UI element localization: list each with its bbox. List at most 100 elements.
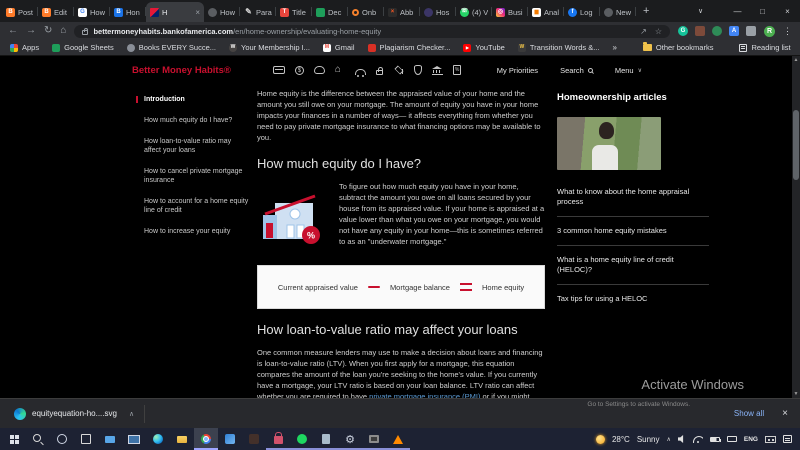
language-indicator[interactable]: ENG xyxy=(744,436,758,443)
close-window-button[interactable]: × xyxy=(775,7,800,16)
weather-condition[interactable]: Sunny xyxy=(637,435,660,444)
lock-icon[interactable] xyxy=(376,70,383,75)
translate-extension-icon[interactable]: A xyxy=(729,26,739,36)
start-button-icon[interactable] xyxy=(2,428,26,450)
related-article-link[interactable]: What to know about the home appraisal pr… xyxy=(557,178,709,216)
bookmark-apps[interactable]: Apps xyxy=(10,43,39,52)
tab-how-2[interactable]: How xyxy=(204,2,240,22)
tab-dec[interactable]: Dec xyxy=(312,2,348,22)
bookmarks-overflow-icon[interactable]: » xyxy=(612,43,616,52)
bookmark-plagiarism[interactable]: Plagiarism Checker... xyxy=(368,43,451,52)
download-item[interactable]: equityequation-ho....svg ∧ xyxy=(14,399,144,428)
download-caret-icon[interactable]: ∧ xyxy=(129,410,134,418)
calculator-icon[interactable] xyxy=(314,428,338,450)
related-article-link[interactable]: 3 common home equity mistakes xyxy=(557,216,709,245)
battery-icon[interactable] xyxy=(710,437,720,442)
mail-icon[interactable] xyxy=(98,428,122,450)
tab-search-chevron-icon[interactable]: ∨ xyxy=(688,7,713,15)
tab-post[interactable]: B Post xyxy=(2,2,38,22)
tab-onb[interactable]: Onb xyxy=(348,2,384,22)
related-article-link[interactable]: What is a home equity line of credit (HE… xyxy=(557,245,709,284)
piggy-bank-icon[interactable] xyxy=(314,66,325,74)
bookmark-membership[interactable]: W Your Membership I... xyxy=(229,43,310,52)
scrollbar-thumb[interactable] xyxy=(793,110,799,180)
tab-title[interactable]: T Title xyxy=(276,2,312,22)
address-bar[interactable]: bettermoneyhabits.bankofamerica.com/en/h… xyxy=(74,25,670,38)
share-icon[interactable]: ↗ xyxy=(640,27,647,36)
scrollbar-down-icon[interactable]: ▼ xyxy=(792,391,800,397)
weather-temperature[interactable]: 28°C xyxy=(612,435,630,444)
bookmark-books[interactable]: Books EVERY Succe... xyxy=(127,43,216,52)
menu-button[interactable]: Menu ∨ xyxy=(615,66,642,75)
green-extension-icon[interactable] xyxy=(712,26,722,36)
wifi-icon[interactable] xyxy=(693,435,703,443)
show-all-downloads-button[interactable]: Show all xyxy=(734,409,764,418)
store-icon[interactable] xyxy=(266,428,290,450)
sidebar-item[interactable]: How much equity do I have? xyxy=(136,116,250,126)
sidebar-item-introduction[interactable]: Introduction xyxy=(136,96,250,103)
tray-overflow-chevron-icon[interactable]: ∧ xyxy=(667,436,671,443)
new-tab-button[interactable]: + xyxy=(643,5,649,17)
task-view-icon[interactable] xyxy=(74,428,98,450)
download-bar-close-icon[interactable]: × xyxy=(782,408,788,419)
other-bookmarks-button[interactable]: Other bookmarks xyxy=(643,43,714,52)
tax-document-icon[interactable] xyxy=(453,65,461,75)
car-icon[interactable] xyxy=(355,69,366,75)
article-thumbnail-photo[interactable] xyxy=(557,117,661,170)
cortana-icon[interactable] xyxy=(50,428,74,450)
spotify-icon[interactable] xyxy=(290,428,314,450)
brown-extension-icon[interactable] xyxy=(695,26,705,36)
home-icon[interactable] xyxy=(335,65,345,75)
tab-whatsapp[interactable]: ☏ (4) V xyxy=(456,2,492,22)
tab-log[interactable]: f Log xyxy=(564,2,600,22)
forward-button[interactable]: → xyxy=(26,26,36,36)
touch-keyboard-icon[interactable] xyxy=(727,436,737,442)
tab-anal[interactable]: ▆ Anal xyxy=(528,2,564,22)
input-method-icon[interactable] xyxy=(765,436,776,443)
file-explorer-icon[interactable] xyxy=(170,428,194,450)
tab-active-bofa[interactable]: H × xyxy=(146,2,204,22)
back-button[interactable]: ← xyxy=(8,26,18,36)
edge-icon[interactable] xyxy=(146,428,170,450)
bank-icon[interactable] xyxy=(432,66,443,75)
my-priorities-link[interactable]: My Priorities xyxy=(497,66,538,75)
weather-sun-icon[interactable] xyxy=(596,435,605,444)
better-money-habits-logo[interactable]: Better Money Habits® xyxy=(132,65,231,76)
speaker-icon[interactable] xyxy=(678,435,686,443)
tab-abb[interactable]: × Abb xyxy=(384,2,420,22)
grammarly-extension-icon[interactable]: G xyxy=(678,26,688,36)
reload-button[interactable]: ↻ xyxy=(44,26,52,36)
shield-icon[interactable] xyxy=(414,65,422,75)
tab-close-icon[interactable]: × xyxy=(195,8,200,17)
sidebar-item[interactable]: How to account for a home equity line of… xyxy=(136,197,250,216)
sidebar-item[interactable]: How to cancel private mortgage insurance xyxy=(136,167,250,186)
vlc-icon[interactable] xyxy=(386,428,410,450)
sidebar-item[interactable]: How loan-to-value ratio may affect your … xyxy=(136,137,250,156)
chrome-icon[interactable] xyxy=(194,428,218,450)
tab-busi[interactable]: ◎ Busi xyxy=(492,2,528,22)
monitor-icon[interactable] xyxy=(122,428,146,450)
bookmark-star-icon[interactable]: ☆ xyxy=(655,27,662,36)
search-button[interactable]: Search xyxy=(560,66,593,75)
settings-gear-icon[interactable] xyxy=(338,428,362,450)
tab-hos[interactable]: Hos xyxy=(420,2,456,22)
scrollbar-up-icon[interactable]: ▲ xyxy=(792,57,800,63)
bookmark-transition-words[interactable]: W Transition Words &... xyxy=(518,43,600,52)
profile-avatar[interactable]: R xyxy=(764,26,775,37)
photos-icon[interactable] xyxy=(218,428,242,450)
reading-list-button[interactable]: Reading list xyxy=(739,43,790,52)
action-center-icon[interactable] xyxy=(783,435,792,443)
bookmark-gmail[interactable]: M Gmail xyxy=(323,43,355,52)
tab-hon[interactable]: B Hon xyxy=(110,2,146,22)
bookmark-google-sheets[interactable]: Google Sheets xyxy=(52,43,114,52)
home-button[interactable]: ⌂ xyxy=(60,26,66,36)
maximize-button[interactable]: □ xyxy=(750,7,775,16)
tab-para[interactable]: ✎ Para xyxy=(240,2,276,22)
credit-card-icon[interactable] xyxy=(273,66,285,74)
bookmark-youtube[interactable]: ▶ YouTube xyxy=(463,43,504,52)
tab-new[interactable]: New xyxy=(600,2,636,22)
dollar-coin-icon[interactable] xyxy=(295,66,304,75)
https-lock-icon[interactable] xyxy=(82,30,88,35)
dark-app-icon[interactable] xyxy=(242,428,266,450)
sidebar-item[interactable]: How to increase your equity xyxy=(136,227,250,237)
